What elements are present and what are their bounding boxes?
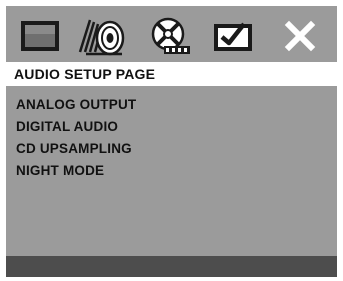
menu-item-analog-output[interactable]: ANALOG OUTPUT	[6, 94, 337, 116]
tab-video-setup[interactable]	[142, 14, 198, 58]
setup-screen: AUDIO SETUP PAGE ANALOG OUTPUT DIGITAL A…	[6, 6, 337, 277]
tab-audio-setup[interactable]	[74, 14, 130, 58]
setup-tab-bar	[6, 6, 337, 62]
audio-setup-icon	[78, 19, 125, 56]
general-setup-icon	[21, 21, 59, 51]
tab-general-setup[interactable]	[12, 14, 68, 58]
menu-item-night-mode[interactable]: NIGHT MODE	[6, 160, 337, 182]
menu-item-cd-upsampling[interactable]: CD UPSAMPLING	[6, 138, 337, 160]
menu-item-digital-audio[interactable]: DIGITAL AUDIO	[6, 116, 337, 138]
page-title-bar: AUDIO SETUP PAGE	[6, 62, 337, 86]
exit-icon	[284, 20, 316, 52]
video-setup-icon	[151, 17, 190, 54]
page-title: AUDIO SETUP PAGE	[14, 66, 156, 82]
preference-setup-icon	[214, 22, 252, 51]
tab-preference-setup[interactable]	[206, 14, 262, 58]
audio-setup-menu: ANALOG OUTPUT DIGITAL AUDIO CD UPSAMPLIN…	[6, 94, 337, 182]
tab-exit[interactable]	[272, 14, 328, 58]
footer-status-bar	[6, 256, 337, 277]
